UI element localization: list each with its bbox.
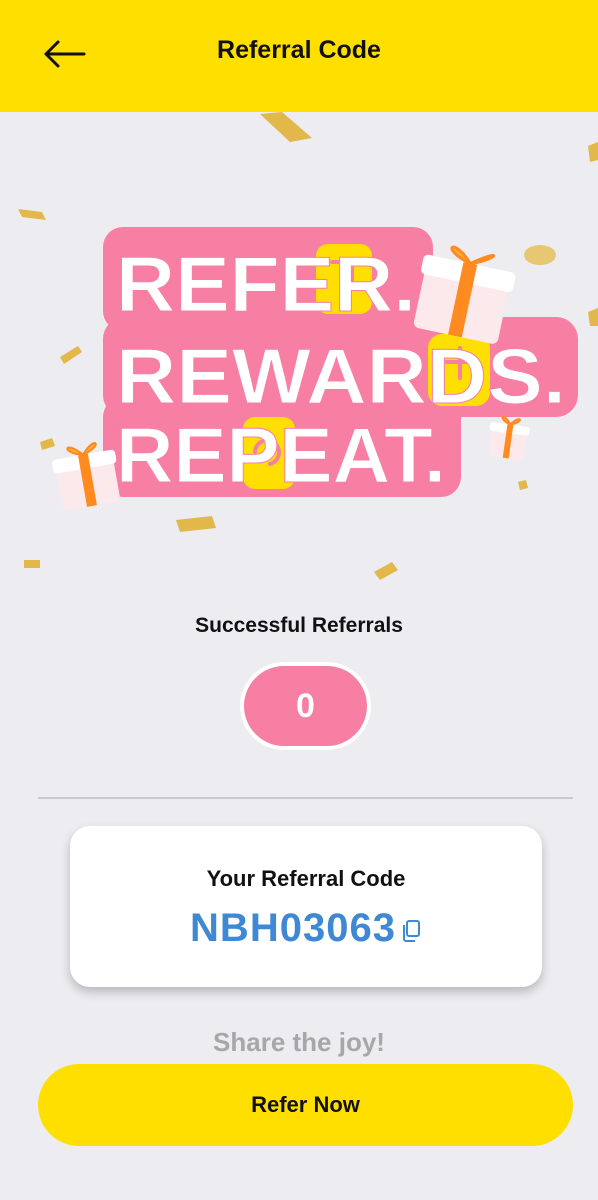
banner-line-rewards: REWARDS. bbox=[116, 332, 566, 420]
referral-code-row: NBH03063 bbox=[70, 906, 542, 951]
banner-line-refer: REFER. bbox=[116, 240, 416, 328]
referral-count-badge: 0 bbox=[240, 662, 371, 750]
refer-rewards-banner: REFER. REWARDS. REPEAT. bbox=[0, 112, 598, 592]
copy-icon[interactable] bbox=[400, 915, 422, 943]
successful-referrals-label: Successful Referrals bbox=[195, 614, 403, 637]
refer-now-button[interactable]: Refer Now bbox=[38, 1064, 573, 1146]
banner-line-repeat: REPEAT. bbox=[116, 411, 446, 499]
share-the-joy-text: Share the joy! bbox=[213, 1027, 385, 1057]
section-divider bbox=[38, 797, 573, 799]
referral-code-value[interactable]: NBH03063 bbox=[190, 906, 396, 951]
page-title: Referral Code bbox=[217, 36, 381, 64]
referral-code-card: Your Referral Code NBH03063 bbox=[70, 826, 542, 987]
referral-code-label: Your Referral Code bbox=[206, 866, 406, 891]
app-header: Referral Code bbox=[0, 0, 598, 112]
